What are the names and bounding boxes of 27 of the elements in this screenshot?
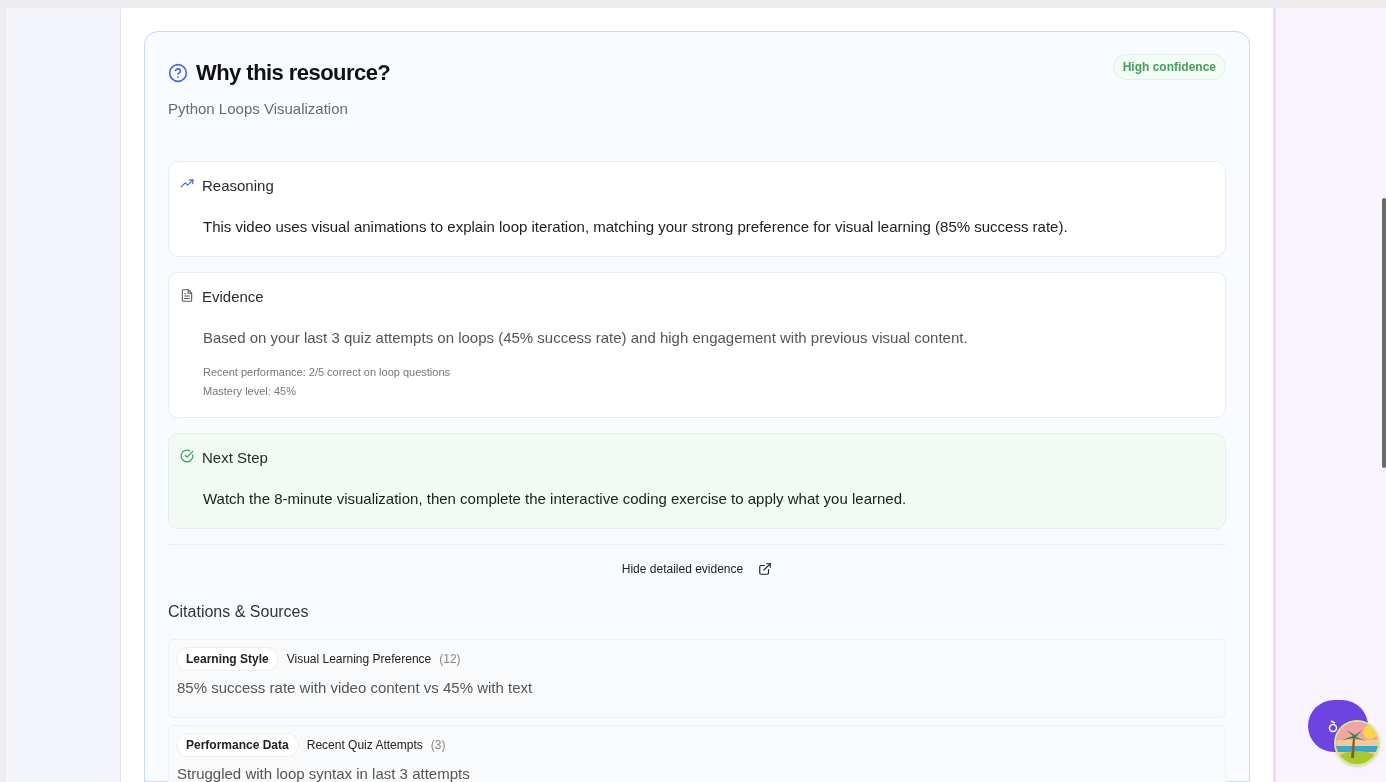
evidence-detail: Mastery level: 45% (203, 384, 297, 399)
source-count: (3) (430, 736, 446, 754)
citations-heading: Citations & Sources (168, 601, 310, 622)
section-title: Reasoning (202, 175, 274, 196)
section-text: Watch the 8-minute visualization, then complete the interactive coding exercise to apply what you learned. (202, 489, 908, 509)
section-text: Based on your last 3 quiz attempts on loops (45% success rate) and high engagement with previous visual content. (202, 328, 969, 348)
check-circle-icon (180, 448, 194, 463)
evidence-detail: Recent performance: 2/5 correct on loop questions (203, 364, 452, 380)
source-name: Visual Learning Preference (286, 650, 432, 668)
document-icon (180, 287, 194, 303)
source-count: (12) (439, 650, 461, 668)
help-circle-icon (168, 62, 188, 83)
card-title: Why this resource? (196, 59, 391, 87)
hide-evidence-button[interactable]: Hide detailed evidence (621, 559, 773, 578)
citation-text: 85% success rate with video content vs 45% with text (176, 677, 534, 698)
confidence-badge: High confidence (1112, 54, 1226, 80)
category-tag: Performance Data (176, 732, 299, 757)
scrollbar-thumb[interactable] (1382, 198, 1386, 468)
section-title: Evidence (202, 286, 264, 307)
source-name: Recent Quiz Attempts (306, 736, 423, 754)
section-title: Next Step (202, 447, 268, 468)
category-tag: Learning Style (176, 646, 279, 671)
section-text: This video uses visual animations to explain loop iteration, matching your strong preference for visual learning (85% success rate). (202, 217, 1069, 237)
resource-name: Python Loops Visualization (168, 99, 349, 119)
avatar-badge[interactable] (1334, 720, 1380, 766)
citation-text: Struggled with loop syntax in last 3 attempts (176, 763, 471, 782)
external-link-icon (758, 561, 773, 576)
